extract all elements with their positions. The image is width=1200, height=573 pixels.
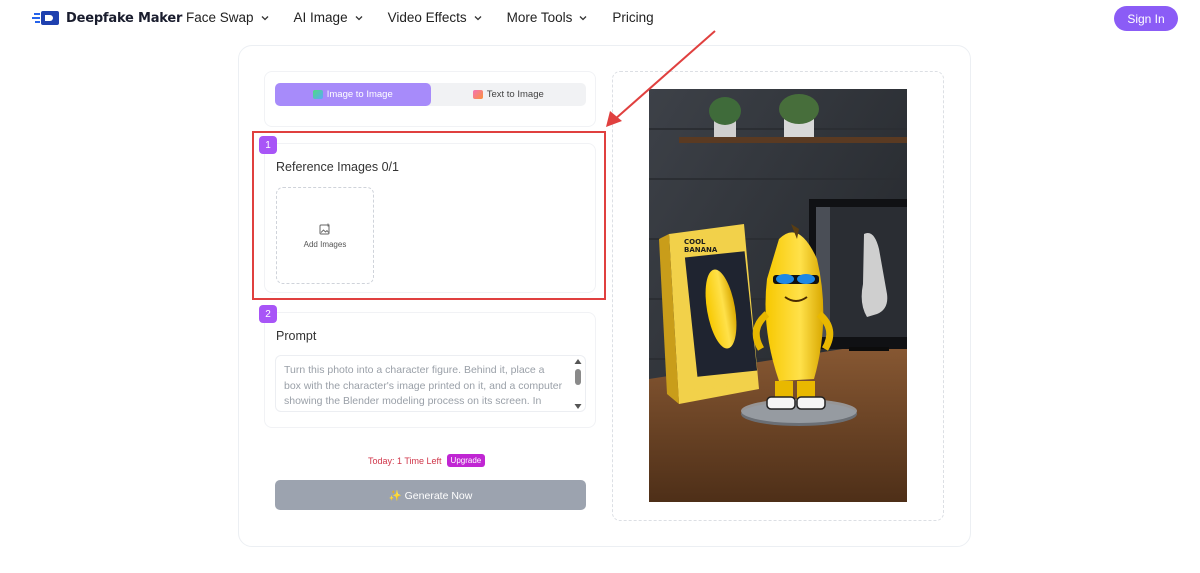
- menu-video-effects[interactable]: Video Effects: [388, 10, 483, 25]
- menu-label: More Tools: [506, 10, 573, 25]
- chevron-down-icon: [355, 15, 363, 20]
- brand-name: Deepfake Maker: [66, 10, 183, 26]
- chevron-down-icon: [261, 15, 269, 20]
- sign-in-button[interactable]: Sign In: [1114, 6, 1178, 31]
- menu-face-swap[interactable]: Face Swap: [186, 10, 270, 25]
- mode-tabs: Image to Image Text to Image: [275, 83, 586, 106]
- preview-image: COOL BANANA DELUXE FIGURE: [649, 89, 907, 502]
- menu-pricing[interactable]: Pricing: [612, 10, 653, 25]
- step-badge-2: 2: [259, 305, 277, 323]
- menu-more-tools[interactable]: More Tools: [507, 10, 589, 25]
- usage-limit-text: Today: 1 Time Left: [368, 455, 442, 466]
- tab-text-to-image[interactable]: Text to Image: [431, 83, 587, 106]
- menu-ai-image[interactable]: AI Image: [294, 10, 364, 25]
- usage-limit: Today: 1 Time Left Upgrade: [368, 454, 486, 467]
- image-icon: [312, 90, 323, 99]
- menu-label: Video Effects: [387, 10, 467, 25]
- tab-image-to-image[interactable]: Image to Image: [275, 83, 431, 106]
- annotation-highlight-box: [252, 131, 606, 300]
- prompt-title: Prompt: [276, 329, 317, 343]
- prompt-textarea[interactable]: Turn this photo into a character figure.…: [275, 355, 586, 412]
- menu-label: Face Swap: [186, 10, 254, 25]
- box-title-line2: BANANA: [684, 246, 718, 254]
- generate-now-button[interactable]: ✨ Generate Now: [275, 480, 586, 510]
- upgrade-button[interactable]: Upgrade: [446, 454, 486, 467]
- text-image-icon: [472, 90, 483, 99]
- deepfake-logo-icon: [32, 11, 59, 25]
- box-title-line1: COOL: [684, 238, 706, 246]
- tab-label: Image to Image: [326, 89, 393, 100]
- prompt-scrollbar[interactable]: [572, 357, 584, 411]
- menu-label: AI Image: [293, 10, 348, 25]
- tab-label: Text to Image: [486, 89, 544, 100]
- chevron-down-icon: [579, 15, 587, 20]
- brand-logo[interactable]: Deepfake Maker: [32, 8, 182, 28]
- main-menu: Face Swap AI Image Video Effects More To…: [186, 10, 678, 25]
- chevron-down-icon: [474, 15, 482, 20]
- menu-label: Pricing: [612, 10, 654, 25]
- top-navbar: Deepfake Maker Face Swap AI Image Video …: [0, 0, 1200, 36]
